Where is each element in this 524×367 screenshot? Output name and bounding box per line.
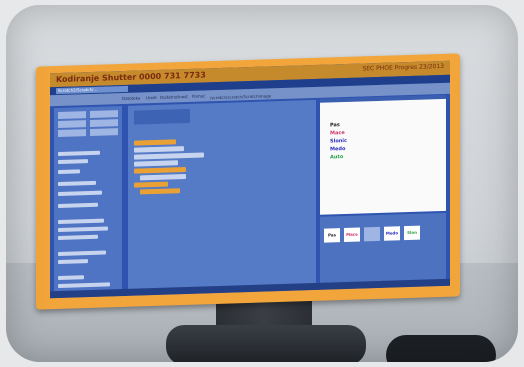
photo-frame: Kodiranje Shutter 0000 731 7733 SEC PHOE… (6, 5, 518, 362)
photo-vignette (6, 5, 518, 362)
